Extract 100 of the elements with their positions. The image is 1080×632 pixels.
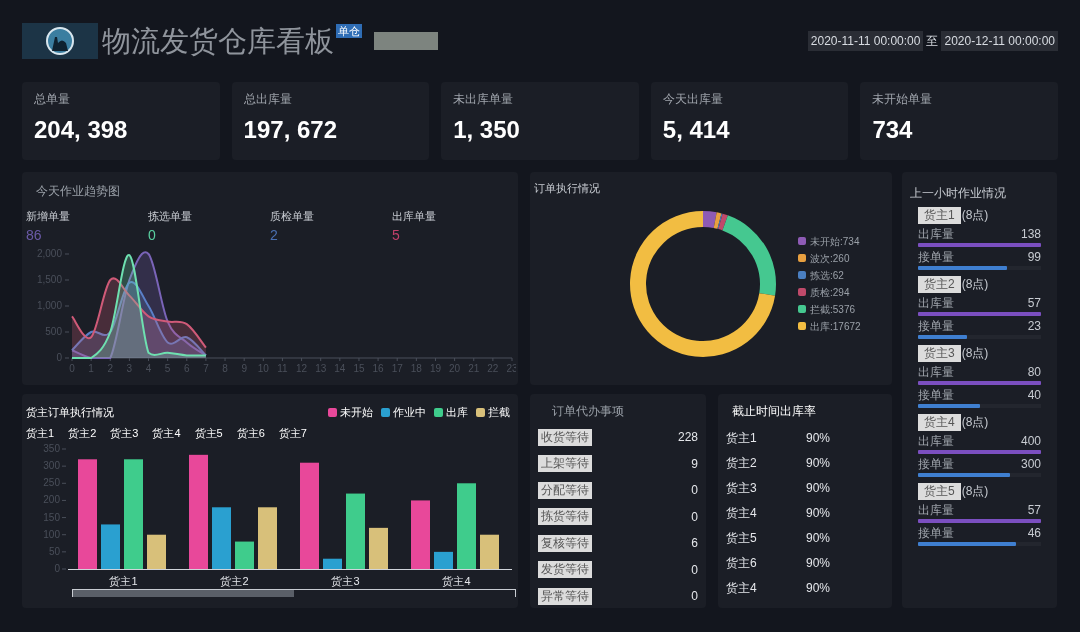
rate-value: 90%: [806, 504, 831, 522]
rate-value: 90%: [806, 454, 831, 472]
bar: [258, 507, 277, 569]
metric-label: 出库量: [918, 295, 954, 312]
owner-tag[interactable]: 货主5: [918, 482, 961, 500]
status-tag[interactable]: 复核等待: [538, 534, 592, 552]
stat-value: 5: [392, 225, 401, 245]
metric-label: 出库量: [918, 433, 954, 450]
legend-swatch: [328, 407, 337, 417]
badge: 单仓: [336, 24, 362, 38]
metric-value: 300: [1020, 456, 1041, 473]
redacted-block: [374, 32, 438, 50]
kpi-value: 5, 414: [662, 118, 731, 142]
metric-value: 23: [1027, 318, 1041, 335]
kpi-value: 734: [872, 118, 914, 142]
zoom-slider[interactable]: [72, 589, 516, 597]
panel-title: 今天作业趋势图: [35, 183, 121, 200]
stat-value: 2: [270, 225, 279, 245]
bar: [101, 524, 120, 569]
owner-name: 货主2: [726, 454, 758, 472]
legend-label: 未开始:734: [810, 234, 860, 249]
legend-swatch: [798, 322, 806, 330]
owner-filter[interactable]: 货主2: [68, 424, 97, 441]
metric-label: 接单量: [918, 318, 954, 335]
logo-icon: [46, 27, 74, 55]
legend-swatch: [434, 407, 443, 417]
metric-value: 400: [1020, 433, 1041, 450]
date-field[interactable]: 2020-11-11 00:00:00: [807, 31, 924, 51]
legend-label: 出库: [446, 405, 468, 420]
bar: [323, 558, 342, 569]
status-tag[interactable]: 发货等待: [538, 561, 592, 579]
kpi-label: 总单量: [34, 91, 71, 108]
panel-title: 截止时间出库率: [731, 403, 817, 420]
legend-swatch: [798, 254, 806, 262]
date-separator: 至: [926, 33, 939, 50]
panel-title: 订单执行情况: [534, 181, 601, 196]
owner-tag[interactable]: 货主2: [918, 275, 961, 293]
count: 0: [691, 561, 698, 579]
legend-label: 拦截:5376: [810, 302, 856, 317]
metric-value: 80: [1027, 364, 1041, 381]
owner-filter[interactable]: 货主6: [236, 424, 265, 441]
metric-value: 40: [1027, 387, 1041, 404]
dashboard-title: 物流发货仓库看板: [102, 26, 334, 56]
bar: [411, 500, 430, 569]
legend-swatch: [798, 305, 806, 313]
metric-label: 接单量: [918, 456, 954, 473]
owner-filter[interactable]: 货主4: [152, 424, 181, 441]
legend-swatch: [381, 407, 390, 417]
owner-tag[interactable]: 货主3: [918, 344, 961, 362]
count: 9: [691, 455, 698, 473]
rate-value: 90%: [806, 579, 831, 597]
owner-tag[interactable]: 货主4: [918, 413, 961, 431]
kpi-label: 总出库量: [243, 91, 293, 108]
count: 0: [691, 482, 698, 500]
status-tag[interactable]: 拣货等待: [538, 508, 592, 526]
stat-label: 出库单量: [392, 209, 437, 224]
rate-value: 90%: [806, 529, 831, 547]
bar: [235, 541, 254, 569]
kpi-value: 204, 398: [34, 118, 129, 142]
panel-title: 货主订单执行情况: [26, 405, 114, 420]
owner-filter[interactable]: 货主7: [278, 424, 307, 441]
kpi-label: 今天出库量: [662, 91, 724, 108]
owner-filter[interactable]: 货主5: [194, 424, 223, 441]
hour-label: (8点): [961, 414, 989, 431]
metric-label: 出库量: [918, 502, 954, 519]
bar: [480, 534, 499, 569]
panel-title: 上一小时作业情况: [910, 185, 1007, 202]
axis-label: 货主4: [442, 575, 471, 587]
owner-filter[interactable]: 货主3: [110, 424, 139, 441]
rate-value: 90%: [806, 429, 831, 447]
owner-name: 货主3: [726, 479, 758, 497]
count: 0: [691, 508, 698, 526]
owner-name: 货主4: [726, 579, 758, 597]
legend-label: 作业中: [393, 405, 426, 420]
legend-label: 拣选:62: [810, 268, 844, 283]
metric-label: 接单量: [918, 249, 954, 266]
status-tag[interactable]: 异常等待: [538, 587, 592, 605]
metric-label: 接单量: [918, 525, 954, 542]
status-tag[interactable]: 分配等待: [538, 481, 592, 499]
metric-value: 57: [1027, 295, 1041, 312]
owner-name: 货主4: [726, 504, 758, 522]
stat-value: 86: [26, 225, 43, 245]
rate-value: 90%: [806, 554, 831, 572]
stat-label: 新增单量: [26, 209, 71, 224]
status-tag[interactable]: 收货等待: [538, 428, 592, 446]
owner-name: 货主5: [726, 529, 758, 547]
kpi-value: 197, 672: [243, 118, 338, 142]
zoom-handle[interactable]: [73, 590, 294, 597]
hour-label: (8点): [961, 345, 989, 362]
count: 228: [677, 429, 698, 447]
legend-swatch: [798, 271, 806, 279]
metric-value: 57: [1027, 502, 1041, 519]
owner-filter[interactable]: 货主1: [26, 424, 55, 441]
date-field[interactable]: 2020-12-11 00:00:00: [941, 31, 1058, 51]
owner-tag[interactable]: 货主1: [918, 206, 961, 224]
legend-label: 出库:17672: [810, 319, 861, 334]
status-tag[interactable]: 上架等待: [538, 455, 592, 473]
bar: [369, 527, 388, 569]
panel-title: 订单代办事项: [551, 403, 625, 420]
legend-swatch: [476, 407, 485, 417]
